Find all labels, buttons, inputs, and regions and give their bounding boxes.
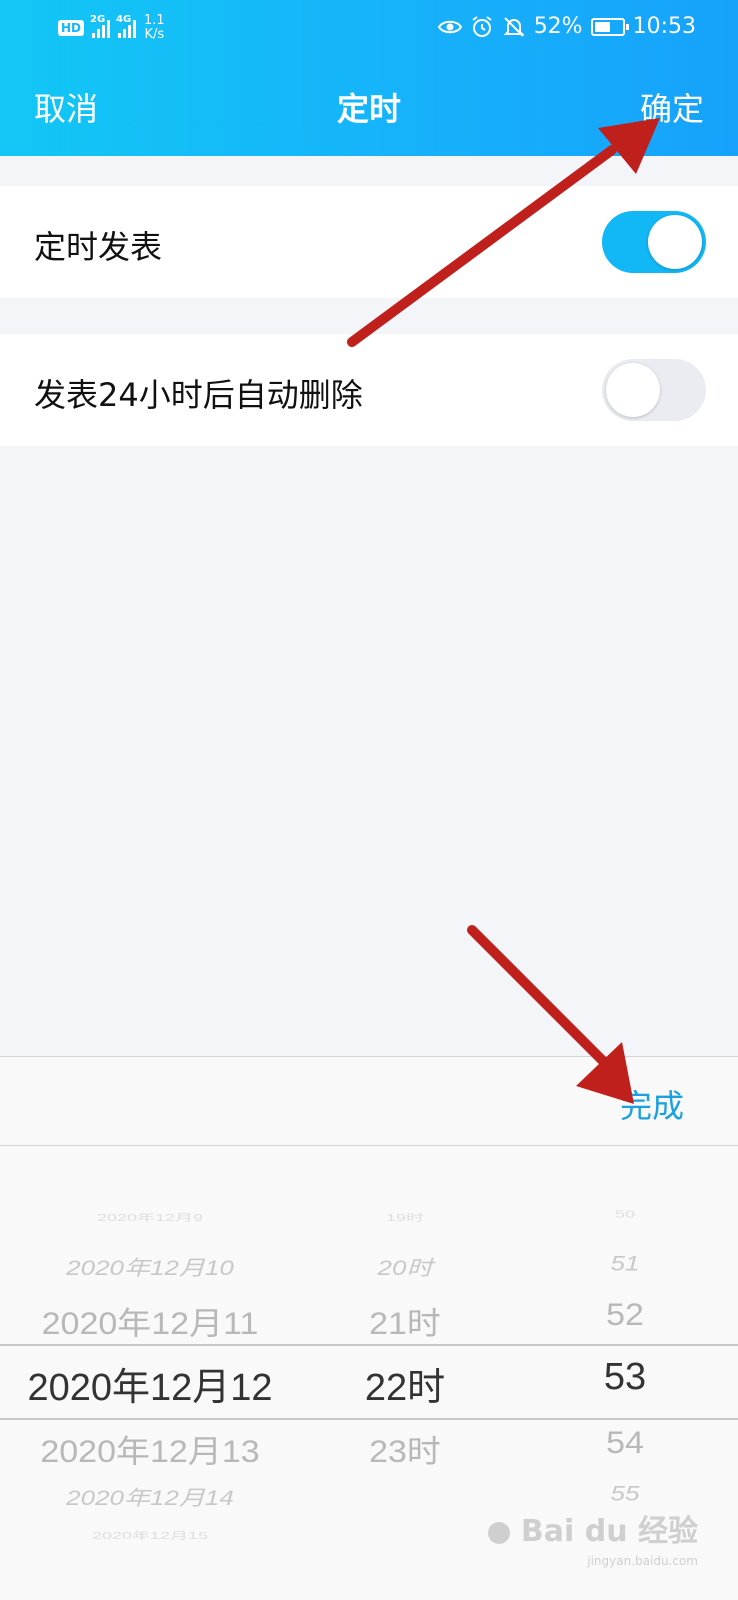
hour-option: 20时 bbox=[377, 1255, 433, 1280]
picker-toolbar: 完成 bbox=[0, 1056, 738, 1146]
toggle-knob bbox=[606, 363, 660, 417]
hour-selected: 22时 bbox=[364, 1367, 446, 1409]
date-selected: 2020年12月12 bbox=[27, 1367, 273, 1409]
clock: 10:53 bbox=[632, 14, 696, 39]
date-option: 2020年12月11 bbox=[41, 1306, 259, 1342]
schedule-publish-label: 定时发表 bbox=[34, 228, 163, 266]
hour-wheel[interactable]: 19时 20时 21时 22时 23时 bbox=[300, 1146, 510, 1600]
baidu-watermark: Bai du 经验 jingyan.baidu.com bbox=[488, 1506, 698, 1568]
date-option: 2020年12月15 bbox=[91, 1530, 209, 1542]
alarm-icon bbox=[472, 15, 492, 37]
network-speed: 1.1 K/s bbox=[144, 13, 165, 42]
top-bar: HD 2G 4G 1.1 K/s 52% 10:53 取消 定时 确定 bbox=[0, 0, 738, 156]
done-button[interactable]: 完成 bbox=[620, 1081, 684, 1127]
date-option: 2020年12月9 bbox=[96, 1212, 204, 1224]
toggle-knob bbox=[648, 215, 702, 269]
date-option: 2020年12月14 bbox=[66, 1485, 234, 1510]
date-option: 2020年12月13 bbox=[40, 1434, 260, 1470]
battery-percent: 52% bbox=[533, 14, 583, 39]
auto-delete-label: 发表24小时后自动删除 bbox=[34, 376, 363, 414]
hour-option: 21时 bbox=[369, 1306, 441, 1342]
auto-delete-toggle[interactable] bbox=[602, 359, 706, 421]
page-title: 定时 bbox=[336, 90, 401, 128]
minute-option: 50 bbox=[614, 1208, 636, 1220]
date-wheel[interactable]: 2020年12月9 2020年12月10 2020年12月11 2020年12月… bbox=[0, 1146, 300, 1600]
battery-icon bbox=[590, 17, 629, 36]
minute-selected: 53 bbox=[603, 1356, 647, 1398]
signal-icon-sim2: 4G bbox=[116, 14, 137, 38]
eye-icon bbox=[437, 20, 462, 33]
minute-option: 55 bbox=[610, 1481, 640, 1506]
confirm-button[interactable]: 确定 bbox=[640, 84, 704, 130]
minute-option: 52 bbox=[606, 1297, 644, 1333]
hd-badge: HD bbox=[58, 20, 85, 36]
auto-delete-row: 发表24小时后自动删除 bbox=[0, 334, 738, 446]
status-bar: HD 2G 4G 1.1 K/s 52% 10:53 bbox=[0, 0, 738, 56]
hour-option: 23时 bbox=[369, 1434, 441, 1470]
paw-logo-icon bbox=[488, 1521, 511, 1544]
minute-option: 54 bbox=[606, 1425, 644, 1461]
signal-icon-sim1: 2G bbox=[90, 14, 111, 38]
mute-bell-icon bbox=[503, 16, 525, 37]
date-option: 2020年12月10 bbox=[66, 1255, 234, 1280]
minute-option: 51 bbox=[610, 1251, 640, 1276]
hour-option: 19时 bbox=[385, 1212, 425, 1224]
schedule-publish-row: 定时发表 bbox=[0, 186, 738, 298]
schedule-publish-toggle[interactable] bbox=[602, 211, 706, 273]
